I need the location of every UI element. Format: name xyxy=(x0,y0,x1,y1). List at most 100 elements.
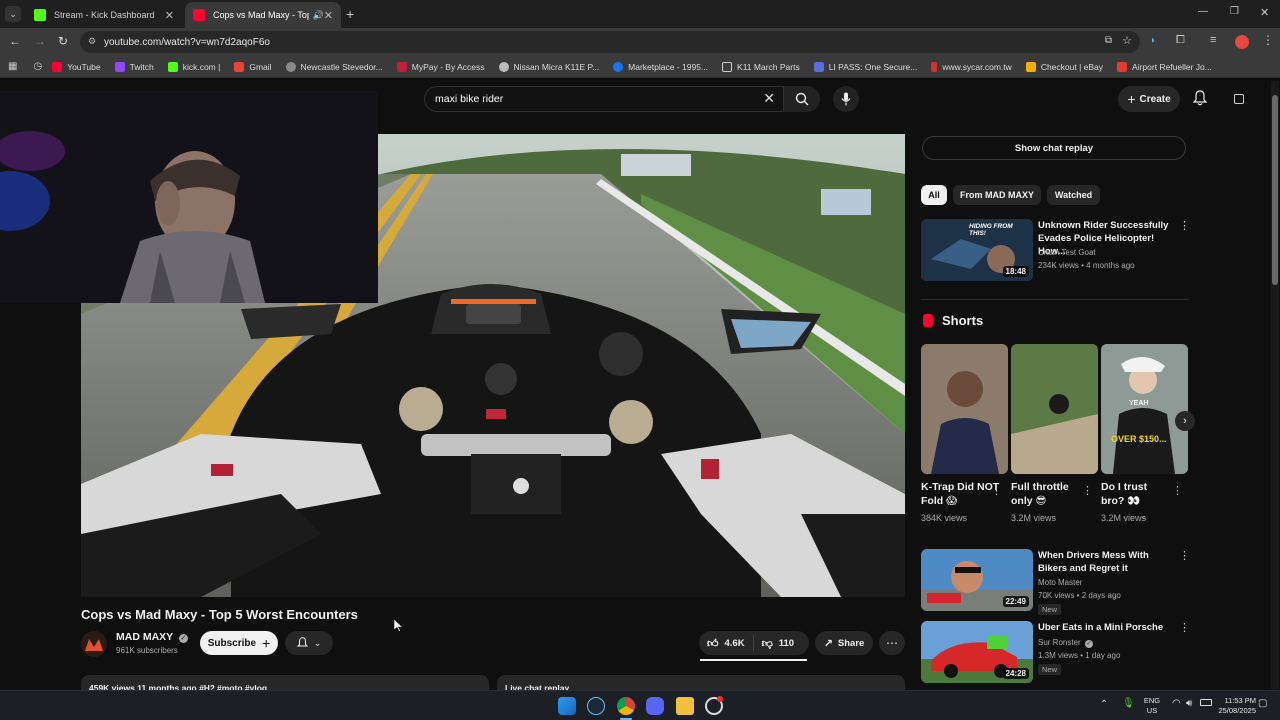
voice-search-button[interactable] xyxy=(833,86,859,112)
discord-icon[interactable] xyxy=(646,697,664,715)
tab-kick-dashboard[interactable]: Stream - Kick Dashboard ✕ xyxy=(26,2,182,28)
language-indicator[interactable]: ENG US xyxy=(1142,696,1162,716)
restore-icon[interactable]: ❐ xyxy=(1230,6,1239,17)
share-button[interactable]: ↗ Share xyxy=(815,631,873,655)
tab-label: Cops vs Mad Maxy - Top 5 xyxy=(213,10,309,20)
video-channel[interactable]: Moto Master xyxy=(1038,577,1082,589)
new-tab-button[interactable]: + xyxy=(346,6,354,22)
back-icon[interactable]: ← xyxy=(9,34,21,48)
extension-icon[interactable]: ◗ xyxy=(1150,35,1164,49)
subscribe-button[interactable]: Subscribe + xyxy=(200,631,278,655)
file-explorer-icon[interactable] xyxy=(676,697,694,715)
short-thumbnail[interactable] xyxy=(921,344,1008,474)
mic-tray-icon[interactable]: 🎙︎ xyxy=(1122,698,1135,709)
reload-icon[interactable]: ↻ xyxy=(58,34,68,48)
notification-settings-button[interactable]: ⌄ xyxy=(285,631,333,655)
chevron-down-icon: ⌄ xyxy=(313,637,322,648)
tray-overflow-icon[interactable]: ⌃ xyxy=(1100,699,1108,710)
dislike-button[interactable]: 👎︎ 110 xyxy=(754,637,803,650)
bookmark-mypay[interactable]: MyPay - By Access xyxy=(396,61,485,72)
history-icon[interactable]: ◷ xyxy=(33,61,42,72)
create-button[interactable]: + Create xyxy=(1118,86,1180,112)
bookmark-kick[interactable]: kick.com | xyxy=(167,61,220,72)
like-button[interactable]: 👍︎ 4.6K xyxy=(699,635,754,651)
chip-watched[interactable]: Watched xyxy=(1047,185,1100,205)
video-title[interactable]: Uber Eats in a Mini Porsche xyxy=(1038,621,1176,634)
shorts-next-button[interactable]: › xyxy=(1175,411,1195,431)
short-thumbnail[interactable]: YEAH OVER $150... xyxy=(1101,344,1188,474)
apps-grid-icon[interactable]: ▦ xyxy=(8,61,17,72)
windows-start-icon[interactable] xyxy=(558,697,576,715)
short-menu-icon[interactable]: ⋮ xyxy=(1082,484,1093,497)
more-actions-button[interactable]: ⋯ xyxy=(879,631,905,655)
minimize-icon[interactable]: — xyxy=(1198,6,1208,17)
url-text: youtube.com/watch?v=wn7d2aqoF6o xyxy=(104,36,270,48)
url-field[interactable]: ⚙ youtube.com/watch?v=wn7d2aqoF6o ⧉ ☆ xyxy=(80,31,1140,53)
video-thumbnail[interactable]: 24:28 xyxy=(921,621,1033,683)
video-menu-icon[interactable]: ⋮ xyxy=(1179,219,1190,232)
short-title[interactable]: K-Trap Did NOT Fold 😱 xyxy=(921,480,1001,508)
video-thumbnail[interactable]: HIDING FROM THIS! 18:48 xyxy=(921,219,1033,281)
bookmark-airport[interactable]: Airport Refueller Jo... xyxy=(1117,61,1212,72)
bookmark-nissan[interactable]: Nissan Micra K11E P... xyxy=(498,61,599,72)
close-window-icon[interactable]: ✕ xyxy=(1260,6,1269,19)
webcam-overlay xyxy=(0,91,378,303)
bookmark-ebay[interactable]: Checkout | eBay xyxy=(1025,61,1103,72)
bookmark-lipass[interactable]: LI PASS: One Secure... xyxy=(813,61,917,72)
bookmark-gmail[interactable]: Gmail xyxy=(234,61,272,72)
media-control-icon[interactable]: ≡ xyxy=(1210,34,1216,46)
tab-youtube-video[interactable]: Cops vs Mad Maxy - Top 5 🔊 ✕ xyxy=(185,2,341,28)
video-menu-icon[interactable]: ⋮ xyxy=(1179,549,1190,562)
profile-avatar[interactable] xyxy=(1235,35,1249,49)
short-title[interactable]: Do I trust bro? 👀 xyxy=(1101,480,1173,508)
notifications-bell-icon[interactable] xyxy=(1192,90,1208,111)
microphone-icon xyxy=(841,92,851,106)
short-thumbnail[interactable] xyxy=(1011,344,1098,474)
chip-from-channel[interactable]: From MAD MAXY xyxy=(953,185,1041,205)
bookmark-star-icon[interactable]: ☆ xyxy=(1122,34,1132,47)
bookmark-newcastle[interactable]: Newcastle Stevedor... xyxy=(285,61,383,72)
video-thumbnail[interactable]: 22:49 xyxy=(921,549,1033,611)
tab-search-button[interactable]: ⌄ xyxy=(5,6,21,22)
bookmark-youtube[interactable]: YouTube xyxy=(52,61,101,72)
short-menu-icon[interactable]: ⋮ xyxy=(1172,484,1183,497)
chrome-icon[interactable] xyxy=(617,697,635,715)
close-tab-icon[interactable]: ✕ xyxy=(165,9,174,22)
account-avatar[interactable] xyxy=(1234,94,1244,104)
bookmark-marketplace[interactable]: Marketplace - 1995... xyxy=(613,61,708,72)
bookmark-k11-parts[interactable]: K11 March Parts xyxy=(722,61,800,72)
extensions-puzzle-icon[interactable]: ⧠ xyxy=(1176,34,1185,47)
forward-icon[interactable]: → xyxy=(34,34,46,48)
install-app-icon[interactable]: ⧉ xyxy=(1105,35,1112,46)
notification-center-icon[interactable]: ▢ xyxy=(1258,698,1267,709)
steam-icon[interactable] xyxy=(587,697,605,715)
twitch-icon xyxy=(114,61,125,72)
video-menu-icon[interactable]: ⋮ xyxy=(1179,621,1190,634)
live-chat-box[interactable]: Live chat replay xyxy=(497,675,905,691)
short-menu-icon[interactable]: ⋮ xyxy=(991,484,1002,497)
channel-avatar[interactable] xyxy=(81,631,107,657)
wifi-icon[interactable]: ◠ xyxy=(1172,698,1181,709)
short-title[interactable]: Full throttle only 😎 xyxy=(1011,480,1083,508)
chip-all[interactable]: All xyxy=(921,185,947,205)
video-channel[interactable]: Crash Test Goat xyxy=(1038,247,1096,259)
close-tab-icon[interactable]: ✕ xyxy=(324,9,333,22)
volume-icon[interactable]: 🔊︎ xyxy=(1186,698,1192,709)
show-chat-replay-button[interactable]: Show chat replay xyxy=(922,136,1186,160)
youtube-icon xyxy=(52,61,63,72)
channel-name[interactable]: MAD MAXY ✓ xyxy=(116,631,188,643)
speaker-icon[interactable]: 🔊 xyxy=(313,10,324,21)
site-info-icon[interactable]: ⚙ xyxy=(88,36,96,47)
bookmark-twitch[interactable]: Twitch xyxy=(114,61,154,72)
clock[interactable]: 11:53 PM 25/08/2025 xyxy=(1206,696,1256,716)
browser-menu-icon[interactable]: ⋮ xyxy=(1262,33,1274,47)
clear-search-icon[interactable]: ✕ xyxy=(763,90,775,107)
search-button[interactable] xyxy=(784,86,820,112)
scrollbar-thumb[interactable] xyxy=(1272,95,1278,285)
video-channel[interactable]: Sur Ronster ✓ xyxy=(1038,637,1093,649)
like-ratio-bar xyxy=(700,659,807,661)
description-box[interactable]: 459K views 11 months ago #H2 #moto #vlog xyxy=(81,675,489,691)
search-input[interactable]: maxi bike rider ✕ xyxy=(424,86,784,112)
bookmark-sycar[interactable]: www.sycar.com.tw xyxy=(931,61,1012,72)
video-title[interactable]: When Drivers Mess With Bikers and Regret… xyxy=(1038,549,1176,575)
